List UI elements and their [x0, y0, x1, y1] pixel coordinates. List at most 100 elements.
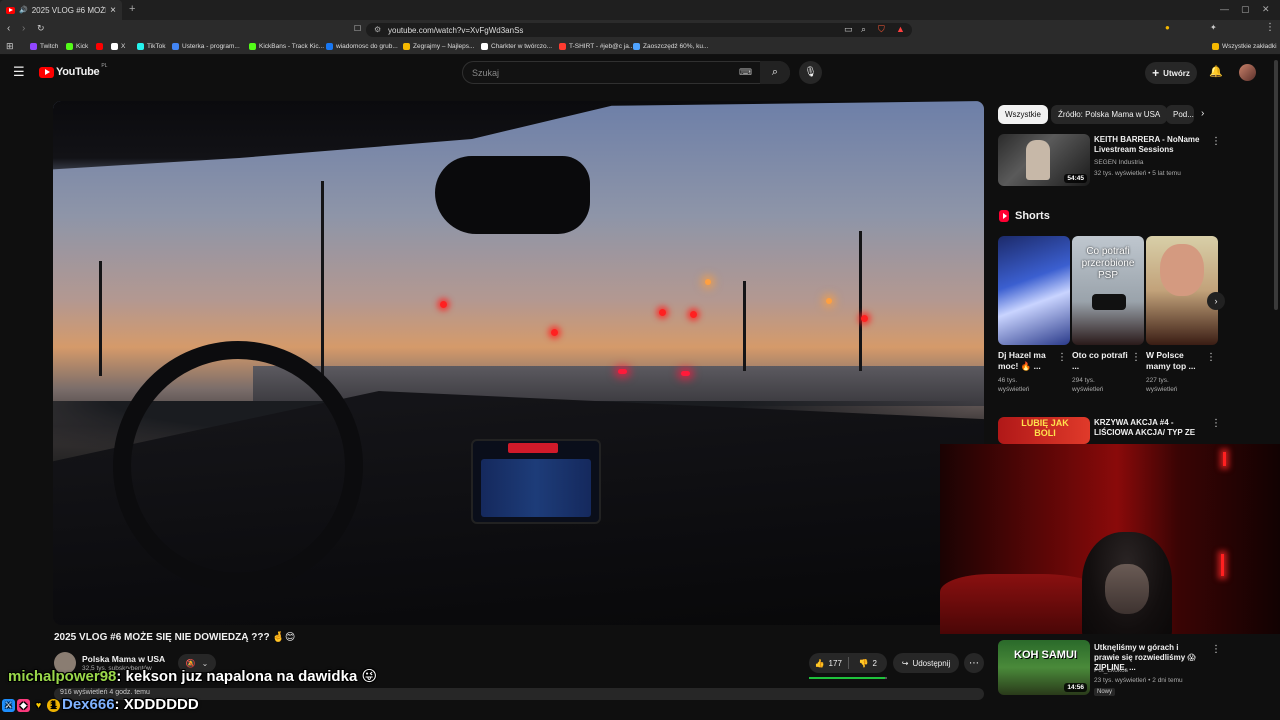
- create-button[interactable]: + Utwórz: [1145, 62, 1197, 84]
- recommendation-meta: 23 tys. wyświetleń • 2 dni temu: [1094, 677, 1183, 684]
- speaker-icon: 🔊: [19, 7, 28, 14]
- keyboard-icon[interactable]: ⌨: [739, 67, 752, 78]
- share-button[interactable]: ↪ Udostępnij: [893, 653, 959, 673]
- thumbs-up-icon: 👍: [814, 658, 825, 668]
- hamburger-menu-icon[interactable]: ☰: [13, 64, 25, 80]
- puzzle-icon[interactable]: ✦: [1210, 23, 1217, 32]
- recommendation-channel[interactable]: SEGEN Industria: [1094, 158, 1144, 167]
- chip-source[interactable]: Źródło: Polska Mama w USA: [1051, 105, 1168, 124]
- more-options-icon[interactable]: ⋮: [1211, 418, 1221, 429]
- close-window-button[interactable]: ✕: [1262, 4, 1270, 15]
- reload-icon[interactable]: ↻: [37, 23, 45, 34]
- youtube-favicon-icon: [6, 6, 15, 14]
- video-title: 2025 VLOG #6 MOŻE SIĘ NIE DOWIEDZĄ ??? 🤞…: [54, 632, 296, 643]
- short-title[interactable]: Dj Hazel ma moc! 🔥 ...: [998, 350, 1056, 372]
- bookmark-star-icon[interactable]: ☐: [354, 24, 361, 33]
- bookmark-item[interactable]: X: [111, 43, 125, 50]
- shorts-icon: [999, 210, 1009, 222]
- bookmark-item[interactable]: Zegrajmy – Najleps...: [403, 43, 474, 50]
- brave-rewards-icon[interactable]: ▲: [896, 24, 905, 34]
- bookmark-item[interactable]: [96, 43, 106, 50]
- more-actions-button[interactable]: ⋯: [964, 653, 984, 673]
- youtube-logo-text: YouTube: [56, 66, 100, 78]
- bookmark-item[interactable]: Charkter w twórczo...: [481, 43, 552, 50]
- user-avatar[interactable]: [1239, 64, 1256, 81]
- more-options-icon[interactable]: ⋮: [1211, 644, 1221, 655]
- bookmark-item[interactable]: Twitch: [30, 43, 58, 50]
- channel-name[interactable]: Polska Mama w USA: [82, 654, 165, 664]
- recommendation-thumbnail[interactable]: 54:45: [998, 134, 1090, 186]
- url-bar[interactable]: ⚙ youtube.com/watch?v=XvFgWd3anSs ▭ ⌕ ⛉ …: [366, 23, 912, 37]
- tab-close-button[interactable]: ×: [110, 5, 116, 16]
- recommendation-channel[interactable]: Pot_Lkokos: [1094, 666, 1128, 675]
- recommendation-title[interactable]: KRZYWA AKCJA #4 - LIŚCIOWA AKCJA/ TYP ZE…: [1094, 418, 1204, 439]
- menu-icon[interactable]: ⋮: [1265, 22, 1275, 33]
- bookmark-item[interactable]: Zaoszczędź 60%, ku...: [633, 43, 708, 50]
- kickbans-icon: [249, 43, 256, 50]
- chat-username: michalpower98: [8, 668, 117, 685]
- short-title[interactable]: Oto co potrafi ...: [1072, 350, 1130, 372]
- like-ratio-bar: [809, 677, 887, 679]
- x-icon: [111, 43, 118, 50]
- short-views: 294 tys. wyświetleń: [1072, 377, 1104, 393]
- extensions-icon[interactable]: ●: [1165, 23, 1170, 32]
- shorts-next-button[interactable]: ›: [1207, 292, 1225, 310]
- recommendation-thumbnail[interactable]: KOH SAMUI 14:56: [998, 640, 1090, 695]
- cast-icon[interactable]: ▭: [844, 24, 853, 35]
- video-player[interactable]: [53, 101, 984, 625]
- bookmark-item[interactable]: TikTok: [137, 43, 166, 50]
- short-views: 46 tys. wyświetleń: [998, 377, 1030, 393]
- browser-tab-bar: 🔊 2025 VLOG #6 MOŻE SIĘ NIE... × + — ▢ ✕: [0, 0, 1280, 20]
- search-icon: ⌕: [771, 66, 779, 78]
- heart-badge-icon: ♥: [35, 699, 42, 710]
- page-scrollbar[interactable]: [1274, 60, 1278, 310]
- like-dislike-group: 👍 177 👎 2: [809, 653, 887, 673]
- bookmark-item[interactable]: Kick: [66, 43, 88, 50]
- youtube-logo[interactable]: YouTube PL: [39, 63, 107, 78]
- moderator-badge-icon: ⚔: [2, 698, 15, 712]
- all-bookmarks[interactable]: Wszystkie zakładki: [1212, 43, 1277, 50]
- bookmark-item[interactable]: wiadomosc do grub...: [326, 43, 398, 50]
- site-info-icon[interactable]: ⚙: [374, 25, 381, 34]
- maximize-button[interactable]: ▢: [1241, 4, 1250, 15]
- recommendation-thumbnail[interactable]: LUBIĘ JAK BOLI: [998, 417, 1090, 444]
- zoom-icon[interactable]: ⌕: [861, 24, 866, 35]
- dislike-button[interactable]: 👎 2: [849, 659, 888, 668]
- recommendation-title[interactable]: KEITH BARRERA - NoName Livestream Sessio…: [1094, 135, 1202, 155]
- short-thumbnail[interactable]: [998, 236, 1070, 345]
- short-thumbnail[interactable]: Co potrafi przerobione PSP: [1072, 236, 1144, 345]
- voice-search-button[interactable]: 🎙: [799, 61, 822, 84]
- bookmark-item[interactable]: KickBans - Track Kic...: [249, 43, 324, 50]
- chip-all[interactable]: Wszystkie: [998, 105, 1048, 124]
- video-duration: 54:45: [1064, 174, 1087, 183]
- forward-icon[interactable]: ›: [22, 23, 25, 34]
- shop-icon: [559, 43, 566, 50]
- bookmark-item[interactable]: Usterka - program...: [172, 43, 240, 50]
- minimize-button[interactable]: —: [1220, 4, 1229, 14]
- more-options-icon[interactable]: ⋮: [1131, 352, 1141, 363]
- notifications-bell-icon[interactable]: 🔔: [1209, 65, 1223, 78]
- short-title[interactable]: W Polsce mamy top ...: [1146, 350, 1204, 372]
- more-options-icon[interactable]: ⋮: [1057, 352, 1067, 363]
- like-button[interactable]: 👍 177: [809, 659, 848, 668]
- browser-tab[interactable]: 🔊 2025 VLOG #6 MOŻE SIĘ NIE... ×: [0, 0, 122, 20]
- chat-username: Dex666: [62, 696, 115, 713]
- zegrajmy-icon: [403, 43, 410, 50]
- video-duration: 14:56: [1064, 683, 1087, 692]
- chevron-right-icon[interactable]: ›: [1201, 108, 1204, 119]
- usterka-icon: [172, 43, 179, 50]
- folder-icon: [1212, 43, 1219, 50]
- back-icon[interactable]: ‹: [7, 23, 10, 34]
- microphone-icon: 🎙: [804, 67, 817, 78]
- search-button[interactable]: ⌕: [760, 61, 790, 84]
- short-thumbnail[interactable]: [1146, 236, 1218, 345]
- new-tab-button[interactable]: +: [129, 3, 135, 15]
- chip-next[interactable]: Pod...: [1166, 105, 1194, 124]
- bookmark-item[interactable]: T-SHIRT - #jeb@c ja...: [559, 43, 634, 50]
- apps-grid-icon[interactable]: ⊞: [6, 41, 14, 52]
- more-options-icon[interactable]: ⋮: [1206, 352, 1216, 363]
- shield-icon[interactable]: ⛉: [878, 24, 885, 35]
- gift-badge-icon: ◆: [17, 698, 30, 712]
- more-options-icon[interactable]: ⋮: [1211, 136, 1221, 147]
- search-input[interactable]: Szukaj ⌨: [462, 61, 790, 84]
